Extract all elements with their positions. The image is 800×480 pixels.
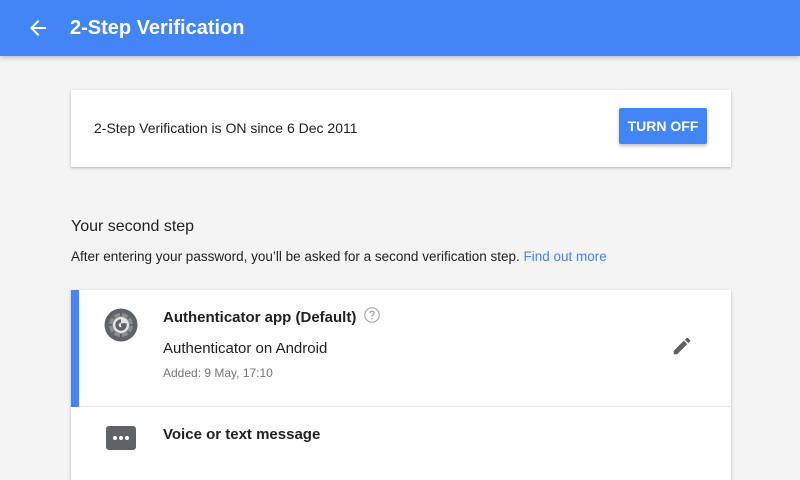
authenticator-title: Authenticator app (Default)	[163, 309, 357, 326]
default-indicator	[71, 290, 79, 407]
section-description-text: After entering your password, you’ll be …	[71, 249, 520, 264]
authenticator-title-row: Authenticator app (Default)	[163, 306, 381, 327]
find-out-more-link[interactable]: Find out more	[524, 249, 607, 264]
arrow-back-icon[interactable]	[26, 16, 50, 40]
authenticator-added-date: Added: 9 May, 17:10	[163, 366, 273, 380]
message-dots-icon	[106, 426, 136, 452]
app-bar: 2-Step Verification	[0, 0, 800, 56]
status-card: 2-Step Verification is ON since 6 Dec 20…	[71, 90, 731, 167]
section-title: Your second step	[71, 218, 195, 235]
status-text: 2-Step Verification is ON since 6 Dec 20…	[94, 120, 358, 136]
voice-text-method-title: Voice or text message	[163, 426, 321, 443]
google-authenticator-icon	[104, 308, 138, 342]
authenticator-subtitle: Authenticator on Android	[163, 340, 328, 357]
verification-methods-card: Authenticator app (Default) Authenticato…	[71, 290, 731, 480]
pencil-icon[interactable]	[671, 335, 693, 357]
help-outline-icon[interactable]	[364, 306, 381, 323]
turn-off-button[interactable]: TURN OFF	[619, 108, 707, 144]
section-description: After entering your password, you’ll be …	[71, 248, 607, 265]
authenticator-method-row: Authenticator app (Default) Authenticato…	[71, 290, 731, 407]
page-title: 2-Step Verification	[70, 17, 245, 39]
